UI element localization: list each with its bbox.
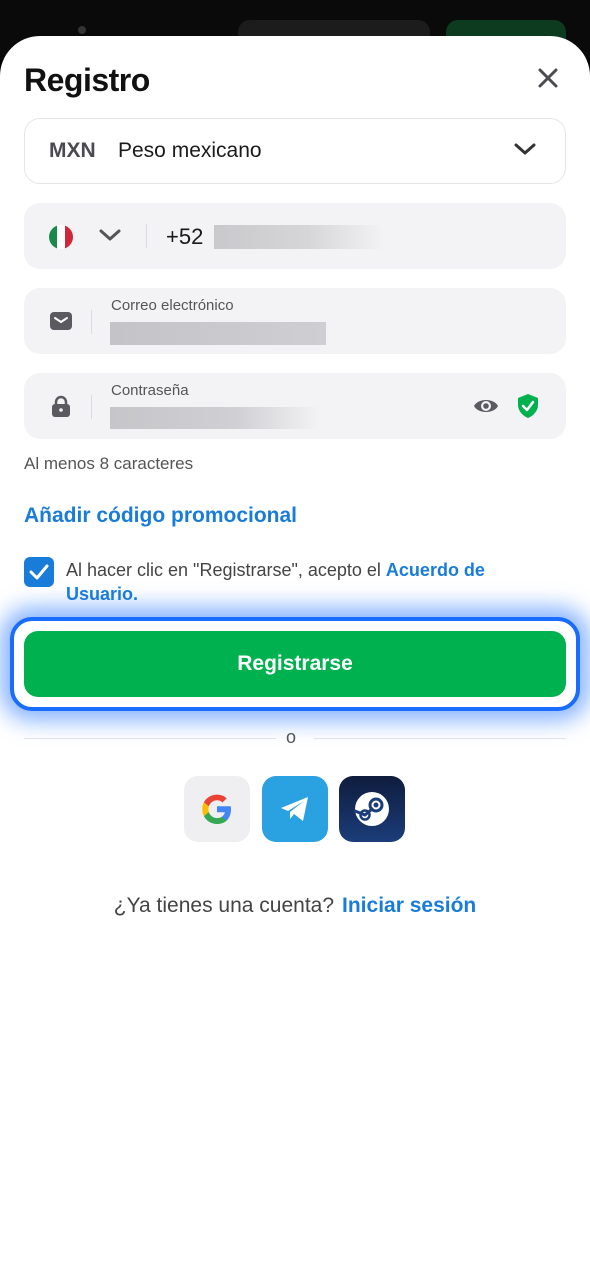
close-icon bbox=[538, 68, 558, 88]
password-value-redacted[interactable] bbox=[110, 407, 320, 429]
password-label: Contraseña bbox=[111, 382, 189, 399]
phone-number-redacted[interactable] bbox=[214, 225, 384, 249]
signin-question: ¿Ya tienes una cuenta? bbox=[113, 894, 335, 917]
currency-select[interactable]: MXN Peso mexicano bbox=[24, 118, 566, 184]
shield-check-icon bbox=[518, 394, 538, 418]
email-field[interactable]: Correo electrónico bbox=[24, 288, 566, 354]
terms-end: . bbox=[133, 584, 139, 604]
password-field[interactable]: Contraseña bbox=[24, 373, 566, 439]
currency-name: Peso mexicano bbox=[118, 139, 262, 162]
signin-prompt: ¿Ya tienes una cuenta? Iniciar sesión bbox=[0, 894, 590, 918]
background-dot bbox=[78, 26, 86, 34]
mexico-flag-icon bbox=[49, 225, 73, 249]
mail-icon bbox=[50, 312, 72, 330]
chevron-down-icon bbox=[514, 143, 536, 155]
terms-text-body: Al hacer clic en "Registrarse", acepto e… bbox=[66, 560, 386, 580]
email-label: Correo electrónico bbox=[111, 297, 234, 314]
register-button[interactable]: Registrarse bbox=[24, 631, 566, 697]
signin-link[interactable]: Iniciar sesión bbox=[342, 894, 476, 917]
lock-icon bbox=[52, 395, 70, 417]
terms-checkbox[interactable] bbox=[24, 557, 54, 587]
phone-field[interactable]: +52 bbox=[24, 203, 566, 269]
field-divider bbox=[91, 310, 92, 334]
page-title: Registro bbox=[24, 62, 150, 98]
google-icon bbox=[202, 794, 231, 824]
terms-text: Al hacer clic en "Registrarse", acepto e… bbox=[66, 558, 546, 606]
chevron-down-icon[interactable] bbox=[98, 227, 122, 243]
telegram-icon bbox=[281, 797, 308, 821]
google-login-button[interactable] bbox=[184, 776, 250, 842]
promo-code-link[interactable]: Añadir código promocional bbox=[24, 504, 297, 528]
divider-right bbox=[314, 738, 566, 739]
currency-code: MXN bbox=[49, 139, 96, 162]
email-value-redacted[interactable] bbox=[110, 322, 326, 345]
field-divider bbox=[146, 224, 147, 248]
eye-icon[interactable] bbox=[473, 394, 499, 418]
close-button[interactable] bbox=[530, 60, 566, 96]
phone-prefix: +52 bbox=[166, 224, 204, 249]
password-hint: Al menos 8 caracteres bbox=[24, 454, 194, 473]
divider-or: o bbox=[286, 727, 297, 747]
divider-left bbox=[24, 738, 276, 739]
steam-login-button[interactable] bbox=[339, 776, 405, 842]
checkmark-icon bbox=[29, 564, 49, 580]
telegram-login-button[interactable] bbox=[262, 776, 328, 842]
steam-icon bbox=[353, 792, 389, 826]
field-divider bbox=[91, 395, 92, 419]
